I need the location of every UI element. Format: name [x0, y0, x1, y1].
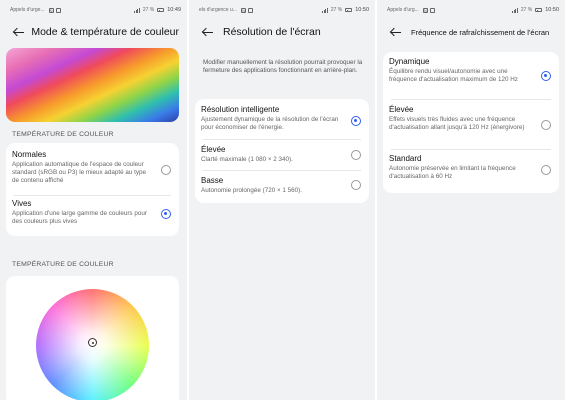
- resolution-screen: els d'urgence u... N 27 % 10:50 Résoluti…: [189, 0, 375, 400]
- option-title: Élevée: [201, 145, 226, 154]
- status-bar: els d'urgence u... N 27 % 10:50: [199, 5, 369, 15]
- option-title: Standard: [389, 154, 422, 163]
- notification-icon: [247, 7, 253, 13]
- option-vives[interactable]: Vives Application d'une large gamme de c…: [6, 199, 179, 226]
- page-title: Fréquence de rafraîchissement de l'écran: [411, 27, 550, 37]
- section-header: TEMPÉRATURE DE COULEUR: [12, 261, 114, 268]
- notification-icon: N: [240, 7, 246, 13]
- status-bar: Appels d'urge... N 27 % 10:49: [10, 5, 181, 15]
- option-description: Équilibre rendu visuel/autonomie avec un…: [389, 68, 518, 83]
- divider: [203, 170, 361, 171]
- color-temperature-card: [6, 276, 179, 400]
- option-description: Application d'une large gamme de couleur…: [12, 210, 147, 225]
- refresh-rate-card: Dynamique Équilibre rendu visuel/autonom…: [383, 52, 559, 193]
- page-title: Mode & température de couleur: [31, 26, 179, 38]
- option-title: Basse: [201, 176, 224, 185]
- option-description: Autonomie préservée en limitant la fréqu…: [389, 165, 516, 180]
- header: Résolution de l'écran: [201, 24, 367, 40]
- signal-icon: [322, 7, 328, 13]
- color-mode-screen: Appels d'urge... N 27 % 10:49 Mode & tem…: [0, 0, 187, 400]
- notification-icon: N: [422, 7, 428, 13]
- intro-text: Modifier manuellement la résolution pour…: [203, 59, 363, 75]
- back-arrow-icon[interactable]: [389, 25, 403, 39]
- option-title: Vives: [12, 199, 32, 208]
- battery-label: 27 %: [142, 7, 155, 13]
- radio-smart-resolution[interactable]: [351, 116, 361, 126]
- option-smart-resolution[interactable]: Résolution intelligente Ajustement dynam…: [195, 105, 369, 132]
- option-high-resolution[interactable]: Élevée Clarté maximale (1 080 × 2 340).: [195, 145, 369, 164]
- notification-icon: N: [48, 7, 54, 13]
- page-title: Résolution de l'écran: [223, 26, 321, 38]
- color-picker-handle[interactable]: [88, 338, 97, 347]
- option-description: Clarté maximale (1 080 × 2 340).: [201, 156, 293, 163]
- option-normales[interactable]: Normales Application automatique de l'es…: [6, 150, 179, 185]
- resolution-card: Résolution intelligente Ajustement dynam…: [195, 99, 369, 203]
- signal-icon: [512, 7, 518, 13]
- divider: [391, 149, 551, 150]
- option-standard[interactable]: Standard Autonomie préservée en limitant…: [383, 154, 559, 181]
- battery-icon: [535, 8, 543, 12]
- color-wheel[interactable]: [36, 289, 149, 400]
- option-dynamic[interactable]: Dynamique Équilibre rendu visuel/autonom…: [383, 57, 559, 84]
- radio-standard[interactable]: [541, 165, 551, 175]
- clock: 10:50: [545, 7, 559, 13]
- carrier-label: els d'urgence u...: [199, 7, 237, 13]
- color-wave-banner: [6, 48, 179, 122]
- radio-normales[interactable]: [161, 165, 171, 175]
- back-arrow-icon[interactable]: [12, 25, 25, 39]
- radio-high-resolution[interactable]: [351, 150, 361, 160]
- header: Fréquence de rafraîchissement de l'écran: [389, 24, 557, 40]
- carrier-label: Appels d'urge...: [10, 7, 45, 13]
- radio-vives[interactable]: [161, 209, 171, 219]
- option-description: Ajustement dynamique de la résolution de…: [201, 116, 339, 131]
- back-arrow-icon[interactable]: [201, 25, 215, 39]
- header: Mode & température de couleur: [12, 24, 179, 40]
- option-description: Effets visuels très fluides avec une fré…: [389, 116, 525, 131]
- divider: [14, 195, 171, 196]
- refresh-rate-screen: Appels d'urg... N 27 % 10:50 Fréquence d…: [377, 0, 565, 400]
- battery-label: 27 %: [520, 7, 533, 13]
- option-title: Élevée: [389, 105, 414, 114]
- divider: [203, 139, 361, 140]
- option-title: Normales: [12, 150, 47, 159]
- option-high-refresh[interactable]: Élevée Effets visuels très fluides avec …: [383, 105, 559, 132]
- battery-icon: [345, 8, 353, 12]
- status-bar: Appels d'urg... N 27 % 10:50: [387, 5, 559, 15]
- option-description: Autonomie prolongée (720 × 1 560).: [201, 187, 302, 194]
- radio-low-resolution[interactable]: [351, 180, 361, 190]
- signal-icon: [134, 7, 140, 13]
- notification-icon: [429, 7, 435, 13]
- option-title: Dynamique: [389, 57, 430, 66]
- option-low-resolution[interactable]: Basse Autonomie prolongée (720 × 1 560).: [195, 176, 369, 195]
- battery-label: 27 %: [330, 7, 343, 13]
- divider: [391, 99, 551, 100]
- carrier-label: Appels d'urg...: [387, 7, 419, 13]
- clock: 10:49: [167, 7, 181, 13]
- radio-high-refresh[interactable]: [541, 120, 551, 130]
- radio-dynamic[interactable]: [541, 71, 551, 81]
- option-description: Application automatique de l'espace de c…: [12, 161, 147, 184]
- notification-icon: [55, 7, 61, 13]
- color-mode-card: Normales Application automatique de l'es…: [6, 143, 179, 236]
- section-header: TEMPÉRATURE DE COULEUR: [12, 131, 114, 138]
- clock: 10:50: [355, 7, 369, 13]
- option-title: Résolution intelligente: [201, 105, 280, 114]
- battery-icon: [157, 8, 165, 12]
